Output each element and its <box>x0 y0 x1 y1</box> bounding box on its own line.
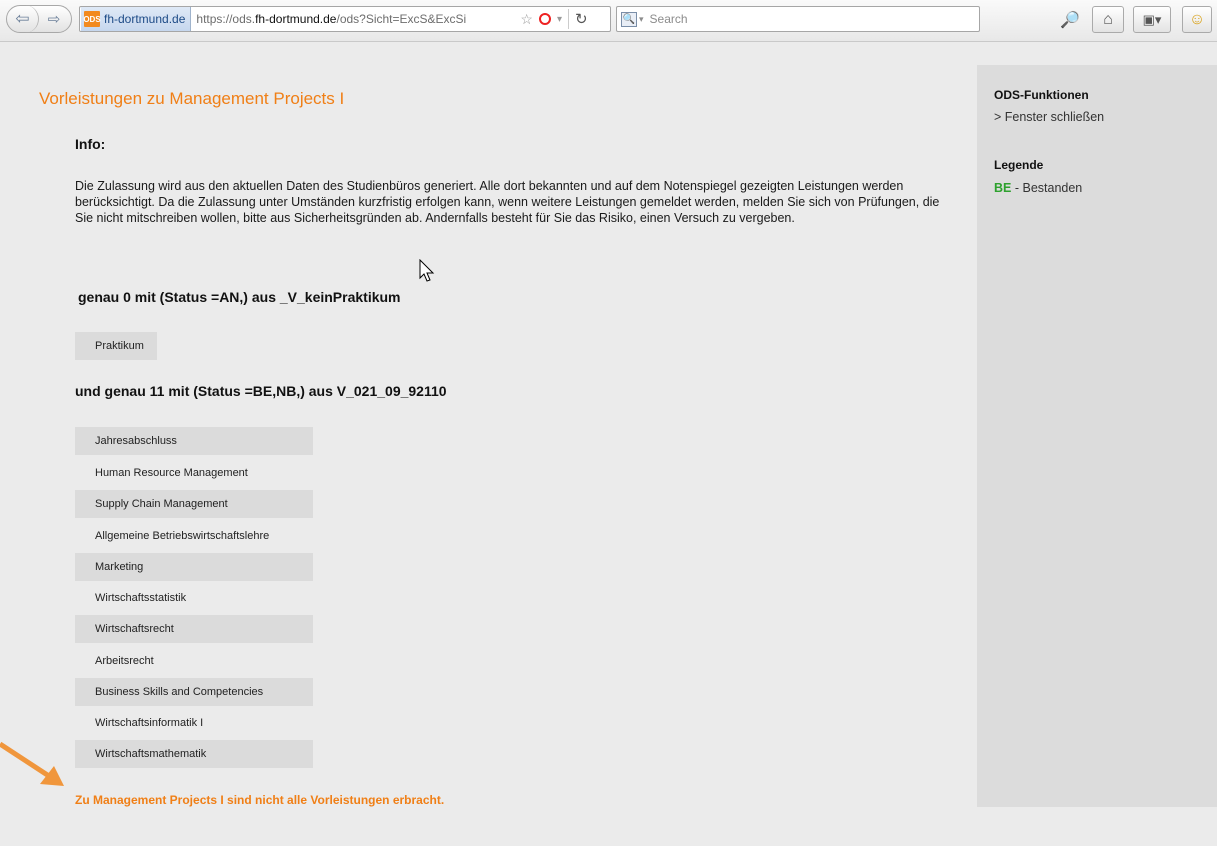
search-engine-dropdown-icon: ▾ <box>639 13 644 24</box>
course-item: Wirtschaftsrecht <box>75 615 313 643</box>
search-go-button[interactable]: 🔎 <box>1057 6 1083 33</box>
course-item: Supply Chain Management <box>75 490 313 518</box>
bookmarks-icon: ▣▾ <box>1142 11 1162 27</box>
info-heading: Info: <box>75 136 106 152</box>
course-item: Wirtschaftsstatistik <box>95 592 187 604</box>
forward-arrow-icon: ⇨ <box>47 11 61 28</box>
home-button[interactable]: ⌂ <box>1092 6 1124 33</box>
requirement-heading-2: und genau 11 mit (Status =BE,NB,) aus V_… <box>75 383 447 399</box>
bookmark-star-icon[interactable]: ☆ <box>520 11 533 28</box>
legend-code: BE <box>994 181 1012 195</box>
reload-icon[interactable]: ↻ <box>575 10 588 28</box>
addon-button[interactable]: ☺ <box>1182 6 1212 33</box>
course-item: Human Resource Management <box>95 467 248 479</box>
course-item: Allgemeine Betriebswirtschaftslehre <box>95 530 270 542</box>
site-identity-label: fh-dortmund.de <box>104 12 186 26</box>
back-arrow-icon: ⇦ <box>15 9 30 28</box>
dropdown-arrow-icon[interactable]: ▾ <box>557 14 562 25</box>
search-engine-icon: 🔍 <box>621 11 637 27</box>
page-content: Vorleistungen zu Management Projects I I… <box>0 43 1217 846</box>
site-identity-button[interactable]: ODS fh-dortmund.de <box>81 7 192 31</box>
requirement-heading-1: genau 0 mit (Status =AN,) aus _V_keinPra… <box>78 289 401 305</box>
course-item: Jahresabschluss <box>75 427 313 455</box>
course-item: Wirtschaftsmathematik <box>75 740 313 768</box>
close-window-link[interactable]: > Fenster schließen <box>994 110 1104 124</box>
result-message: Zu Management Projects I sind nicht alle… <box>75 793 445 807</box>
home-icon: ⌂ <box>1103 10 1113 28</box>
magnifier-icon: 🔎 <box>1060 11 1080 29</box>
url-domain: fh-dortmund.de <box>255 12 337 26</box>
main-content: Vorleistungen zu Management Projects I I… <box>0 43 977 846</box>
url-separator <box>567 9 569 29</box>
smiley-icon: ☺ <box>1188 10 1206 28</box>
legend-label: - Bestanden <box>1011 181 1083 195</box>
annotation-arrow-icon <box>0 741 64 786</box>
course-item: Wirtschaftsinformatik I <box>95 717 204 729</box>
course-item: Praktikum <box>75 332 157 360</box>
bookmarks-button[interactable]: ▣▾ <box>1133 6 1171 33</box>
search-engine-selector[interactable]: 🔍 ▾ <box>621 11 644 27</box>
url-bar[interactable]: ODS fh-dortmund.de https://ods.fh-dortmu… <box>79 6 611 32</box>
site-favicon-icon: ODS <box>83 11 101 27</box>
url-prefix: https://ods. <box>196 12 256 26</box>
functions-heading: ODS-Funktionen <box>994 88 1089 102</box>
course-item: Arbeitsrecht <box>95 655 154 667</box>
browser-toolbar: ⇦ ⇨ ODS fh-dortmund.de https://ods.fh-do… <box>0 0 1217 42</box>
back-button[interactable]: ⇦ <box>7 5 39 33</box>
course-item: Marketing <box>75 553 313 581</box>
url-text[interactable]: https://ods.fh-dortmund.de/ods?Sicht=Exc… <box>191 12 516 26</box>
forward-button[interactable]: ⇨ <box>39 5 69 33</box>
opera-icon[interactable] <box>538 13 551 25</box>
page-title: Vorleistungen zu Management Projects I <box>39 89 345 108</box>
info-text: Die Zulassung wird aus den aktuellen Dat… <box>75 179 940 225</box>
search-input[interactable]: Search <box>650 12 688 26</box>
mouse-cursor-icon <box>419 259 435 282</box>
course-item: Business Skills and Competencies <box>75 678 313 706</box>
url-icons: ☆ ▾ ↻ <box>520 9 588 29</box>
legend-heading: Legende <box>994 158 1044 172</box>
search-bar[interactable]: 🔍 ▾ Search <box>616 6 980 32</box>
sidebar <box>977 65 1217 807</box>
nav-buttons: ⇦ ⇨ <box>6 5 72 33</box>
legend-entry: BE - Bestanden <box>994 181 1082 195</box>
url-path: /ods?Sicht=ExcS&ExcSi <box>336 12 467 26</box>
